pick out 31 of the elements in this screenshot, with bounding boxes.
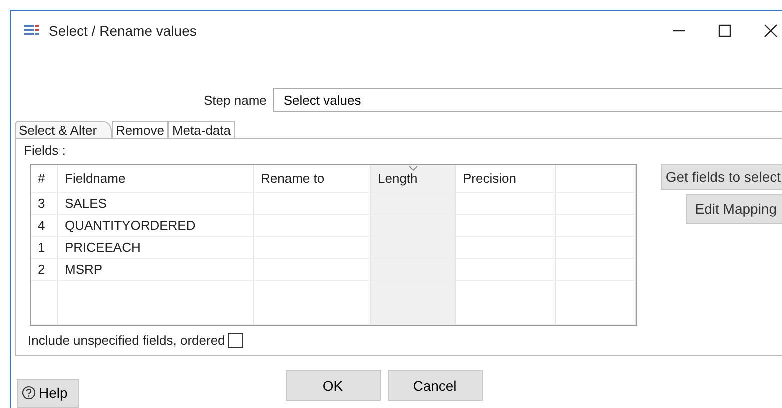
column-header[interactable]: Length [371, 165, 456, 193]
step-name-field[interactable]: Select values [272, 88, 782, 112]
side-button[interactable]: Get fields to select [660, 164, 782, 190]
table-cell: SALES [58, 193, 254, 215]
step-name-label: Step name [204, 92, 267, 108]
table-cell: QUANTITYORDERED [58, 215, 254, 237]
sort-caret-icon [409, 166, 418, 171]
column-header[interactable]: Precision [456, 165, 556, 193]
table-cell: 2 [31, 259, 58, 281]
column-header[interactable]: # [31, 165, 58, 193]
include-unspecified-label: Include unspecified fields, ordered [28, 333, 226, 348]
table-cell: 3 [31, 193, 58, 215]
side-button[interactable]: Edit Mapping [686, 194, 782, 224]
table-cell: PRICEEACH [58, 237, 254, 259]
table-icon [24, 24, 40, 38]
table-cell: MSRP [58, 259, 254, 281]
include-unspecified-checkbox[interactable] [228, 333, 244, 348]
table-cell: 4 [31, 215, 58, 237]
maximize-icon[interactable] [718, 24, 732, 38]
column-header[interactable]: Fieldname [58, 165, 254, 193]
dialog-button[interactable]: Cancel [388, 370, 482, 401]
close-icon[interactable] [764, 24, 778, 38]
table-cell: 1 [31, 237, 58, 259]
tab[interactable]: Remove [112, 121, 168, 138]
help-icon [22, 386, 36, 400]
help-button[interactable]: Help [17, 379, 79, 408]
tab[interactable]: Meta-data [168, 121, 236, 138]
tab[interactable]: Select & Alter [15, 121, 112, 138]
dialog-button[interactable]: OK [286, 370, 380, 401]
fields-label: Fields : [24, 143, 66, 158]
window-title: Select / Rename values [49, 23, 197, 39]
